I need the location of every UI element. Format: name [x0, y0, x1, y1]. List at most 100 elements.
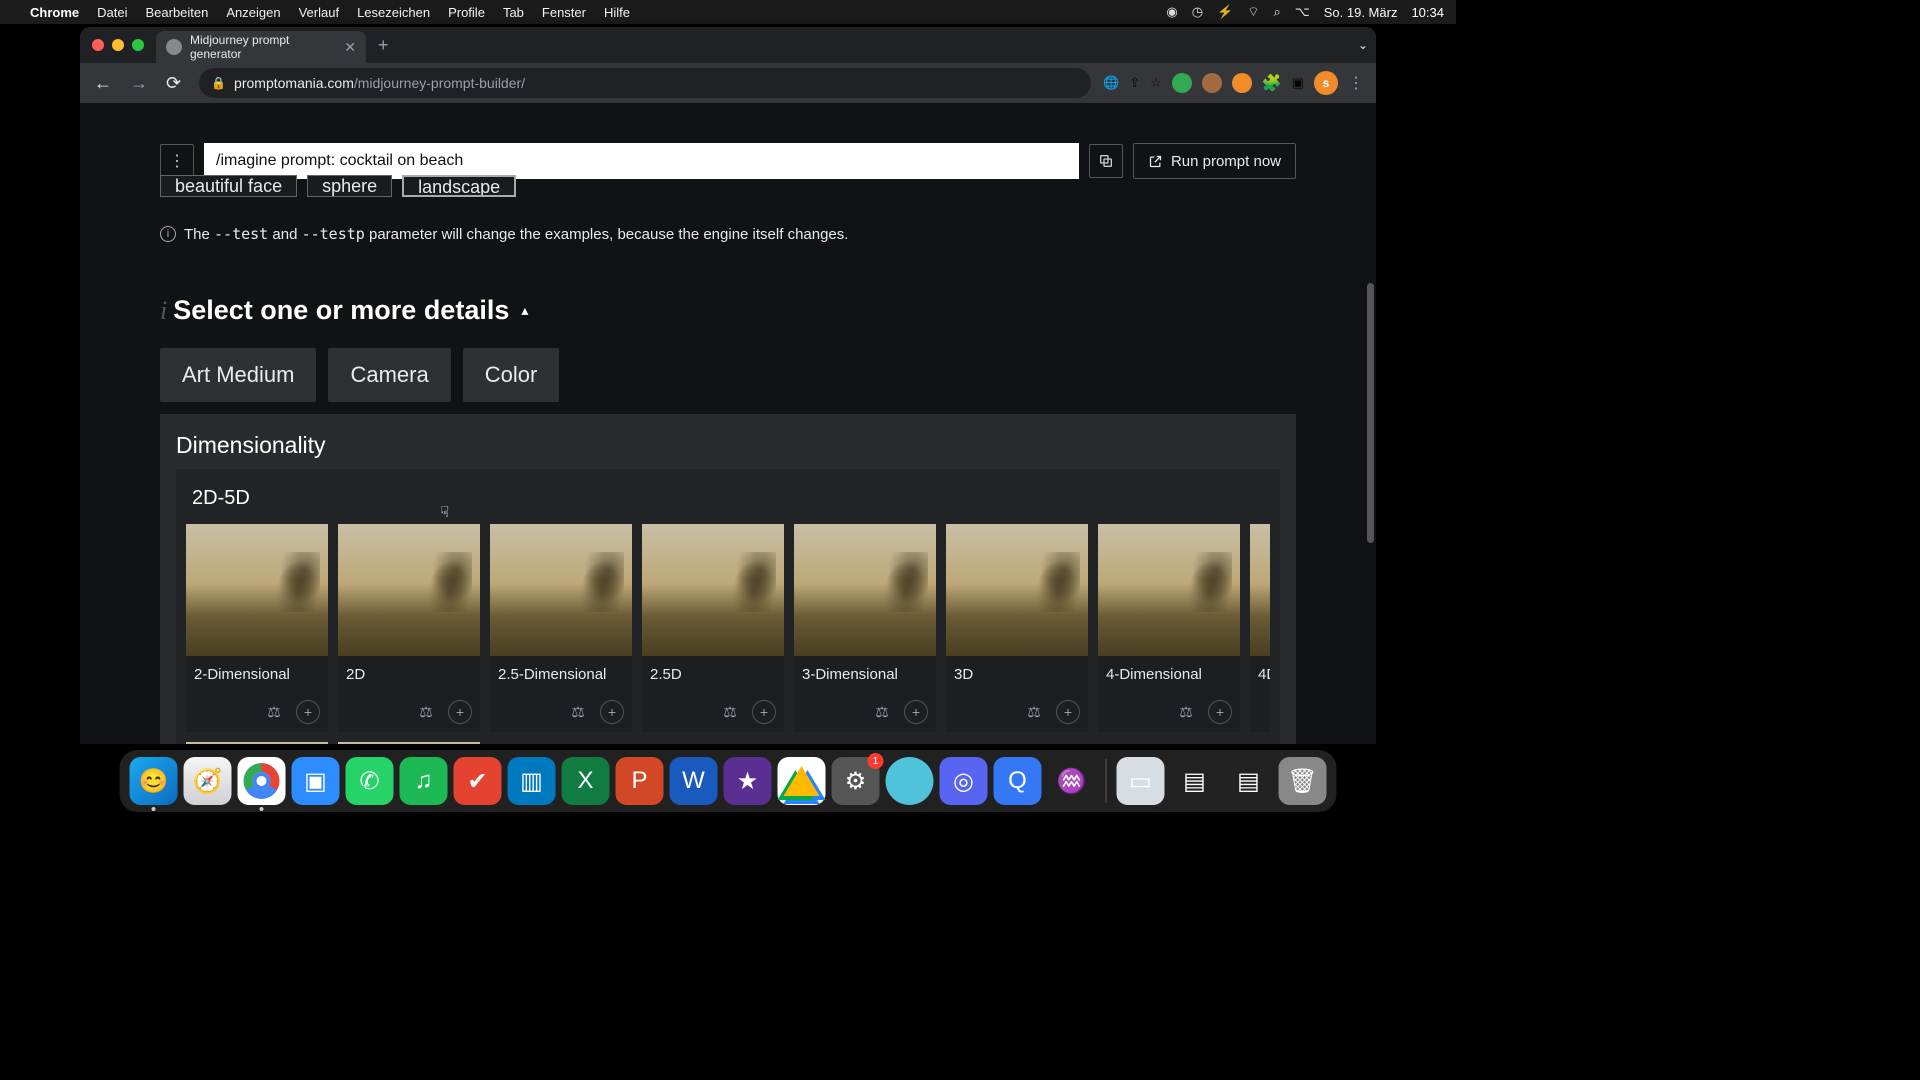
dock-spotify[interactable]: ♫ — [400, 757, 448, 805]
prompt-menu-button[interactable]: ⋮ — [160, 144, 194, 178]
search-icon[interactable]: ⌕ — [1273, 4, 1280, 20]
dock-word[interactable]: W — [670, 757, 718, 805]
translate-icon[interactable]: 🌐 — [1103, 75, 1119, 91]
style-card[interactable]: 3-Dimensional⚖+ — [794, 524, 936, 732]
card-thumbnail[interactable] — [1098, 524, 1240, 656]
card-thumbnail[interactable] — [1250, 524, 1270, 656]
dock-discord[interactable]: ◎ — [940, 757, 988, 805]
copy-button[interactable] — [1089, 144, 1123, 178]
dock-drive[interactable] — [778, 757, 826, 805]
dock-terminal[interactable]: ▤ — [1225, 757, 1273, 805]
battery-icon[interactable]: ⚡ — [1217, 4, 1233, 20]
tab-color[interactable]: Color — [463, 348, 560, 402]
add-icon[interactable]: + — [600, 700, 624, 724]
menubar-item[interactable]: Hilfe — [604, 5, 630, 20]
dock-quicktime[interactable]: Q — [994, 757, 1042, 805]
extension-icon[interactable] — [1172, 73, 1192, 93]
dock-imovie[interactable]: ★ — [724, 757, 772, 805]
add-icon[interactable]: + — [448, 700, 472, 724]
menubar-item[interactable]: Tab — [503, 5, 524, 20]
card-thumbnail[interactable] — [794, 524, 936, 656]
menubar-item[interactable]: Verlauf — [299, 5, 339, 20]
weight-icon[interactable]: ⚖ — [1174, 700, 1198, 724]
dock-todoist[interactable]: ✔ — [454, 757, 502, 805]
close-tab-icon[interactable]: ✕ — [344, 39, 356, 56]
weight-icon[interactable]: ⚖ — [262, 700, 286, 724]
card-thumbnail[interactable] — [338, 524, 480, 656]
menubar-item[interactable]: Lesezeichen — [357, 5, 430, 20]
share-icon[interactable]: ⇪ — [1129, 75, 1140, 91]
clock-icon[interactable]: ◷ — [1192, 4, 1203, 20]
example-chip-selected[interactable]: landscape — [402, 175, 516, 197]
dock-terminal[interactable]: ▤ — [1171, 757, 1219, 805]
dock-trash[interactable]: 🗑 — [1279, 757, 1327, 805]
style-card[interactable]: 2-Dimensional⚖+ — [186, 524, 328, 732]
run-prompt-button[interactable]: Run prompt now — [1133, 143, 1296, 179]
dock-safari[interactable]: 🧭 — [184, 757, 232, 805]
tab-art-medium[interactable]: Art Medium — [160, 348, 316, 402]
panel-title[interactable]: Dimensionality — [176, 432, 1280, 459]
add-icon[interactable]: + — [296, 700, 320, 724]
weight-icon[interactable]: ⚖ — [718, 700, 742, 724]
extension-icon[interactable] — [1202, 73, 1222, 93]
sidepanel-icon[interactable]: ▣ — [1292, 75, 1304, 91]
style-card[interactable]: 4-Dimensional⚖+ — [1098, 524, 1240, 732]
weight-icon[interactable]: ⚖ — [870, 700, 894, 724]
add-icon[interactable]: + — [1056, 700, 1080, 724]
dock-trello[interactable]: ▥ — [508, 757, 556, 805]
extension-icon[interactable] — [1232, 73, 1252, 93]
dock-finder[interactable]: 😊 — [130, 757, 178, 805]
collapse-icon[interactable]: ▴ — [521, 302, 528, 319]
add-icon[interactable]: + — [1208, 700, 1232, 724]
dock-zoom[interactable]: ▣ — [292, 757, 340, 805]
menubar-item[interactable]: Fenster — [542, 5, 586, 20]
style-card[interactable]: 2.5D⚖+ — [642, 524, 784, 732]
record-icon[interactable]: ◉ — [1166, 4, 1177, 20]
forward-button[interactable]: → — [124, 69, 154, 98]
menubar-app[interactable]: Chrome — [30, 5, 79, 20]
address-bar[interactable]: 🔒 promptomania.com/midjourney-prompt-bui… — [199, 68, 1091, 98]
window-minimize-icon[interactable] — [112, 39, 124, 51]
window-maximize-icon[interactable] — [132, 39, 144, 51]
scrollbar[interactable] — [1367, 283, 1374, 543]
add-icon[interactable]: + — [904, 700, 928, 724]
dock-chrome[interactable] — [238, 757, 286, 805]
weight-icon[interactable]: ⚖ — [1022, 700, 1046, 724]
card-thumbnail[interactable] — [338, 742, 480, 744]
style-card[interactable]: 3D⚖+ — [946, 524, 1088, 732]
card-thumbnail[interactable] — [186, 742, 328, 744]
weight-icon[interactable]: ⚖ — [566, 700, 590, 724]
chrome-menu-icon[interactable]: ⋮ — [1348, 73, 1364, 93]
card-thumbnail[interactable] — [186, 524, 328, 656]
example-chip[interactable]: beautiful face — [160, 175, 297, 197]
browser-tab[interactable]: Midjourney prompt generator ✕ — [156, 31, 366, 63]
add-icon[interactable]: + — [752, 700, 776, 724]
dock-audio[interactable]: ♒ — [1048, 757, 1096, 805]
dock-app[interactable] — [886, 757, 934, 805]
menubar-time[interactable]: 10:34 — [1411, 5, 1444, 20]
dock-settings[interactable]: ⚙1 — [832, 757, 880, 805]
reload-button[interactable]: ⟳ — [160, 69, 187, 98]
menubar-item[interactable]: Bearbeiten — [145, 5, 208, 20]
new-tab-button[interactable]: + — [378, 35, 389, 56]
window-close-icon[interactable] — [92, 39, 104, 51]
weight-icon[interactable]: ⚖ — [414, 700, 438, 724]
menubar-date[interactable]: So. 19. März — [1324, 5, 1398, 20]
back-button[interactable]: ← — [88, 69, 118, 98]
tab-camera[interactable]: Camera — [328, 348, 450, 402]
dock-app[interactable]: ▭ — [1117, 757, 1165, 805]
tabs-dropdown-icon[interactable]: ⌄ — [1358, 38, 1368, 52]
prompt-input[interactable]: /imagine prompt: cocktail on beach — [204, 143, 1079, 179]
style-card[interactable]: 2D⚖+ — [338, 524, 480, 732]
bookmark-icon[interactable]: ☆ — [1150, 75, 1162, 91]
menubar-item[interactable]: Profile — [448, 5, 485, 20]
control-center-icon[interactable]: ⌥ — [1295, 4, 1310, 20]
menubar-item[interactable]: Datei — [97, 5, 127, 20]
example-chip[interactable]: sphere — [307, 175, 392, 197]
style-card[interactable]: 2.5-Dimensional⚖+ — [490, 524, 632, 732]
card-thumbnail[interactable] — [642, 524, 784, 656]
section-header[interactable]: i Select one or more details ▴ — [160, 295, 1296, 326]
dock-excel[interactable]: X — [562, 757, 610, 805]
profile-avatar[interactable]: s — [1314, 71, 1338, 95]
dock-powerpoint[interactable]: P — [616, 757, 664, 805]
